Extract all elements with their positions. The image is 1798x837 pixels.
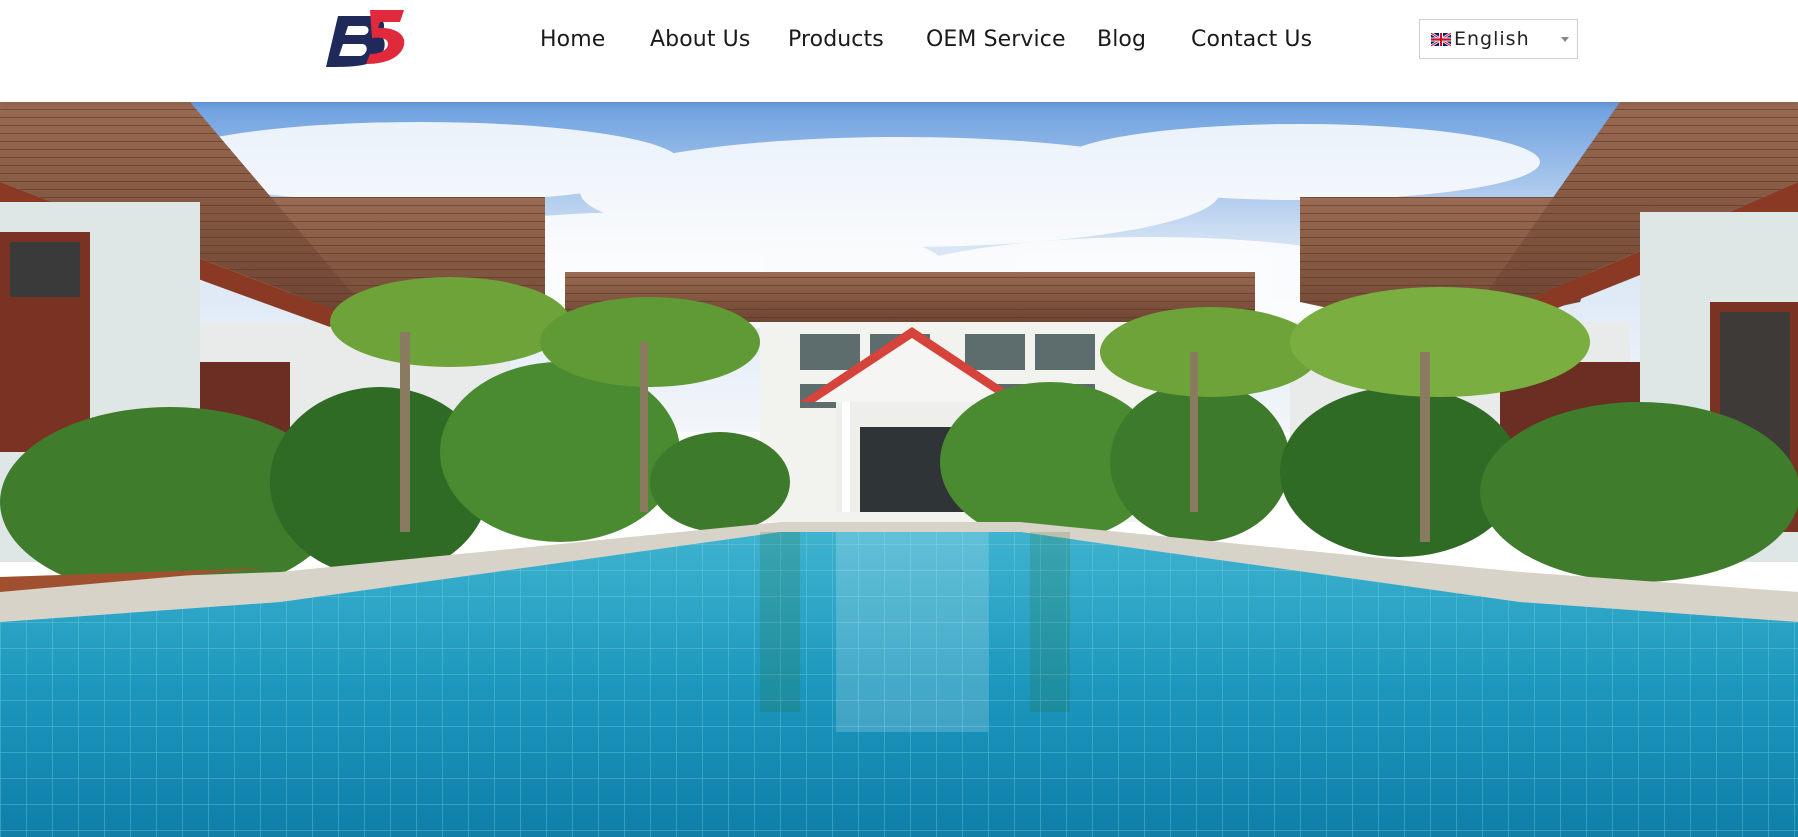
language-select[interactable]: English bbox=[1419, 19, 1578, 59]
uk-flag-icon bbox=[1431, 33, 1451, 46]
site-header: Home About Us Products OEM Service Blog … bbox=[0, 0, 1798, 102]
nav-products[interactable]: Products bbox=[788, 22, 884, 58]
chevron-down-icon bbox=[1561, 37, 1569, 42]
nav-oem-service[interactable]: OEM Service bbox=[926, 22, 1066, 58]
nav-about-us[interactable]: About Us bbox=[650, 22, 750, 58]
nav-blog[interactable]: Blog bbox=[1097, 22, 1146, 58]
hero-banner bbox=[0, 102, 1798, 837]
resort-pool-photo bbox=[0, 102, 1798, 837]
brand-logo[interactable] bbox=[322, 8, 414, 74]
nav-home[interactable]: Home bbox=[540, 22, 605, 58]
language-label: English bbox=[1454, 28, 1530, 50]
nav-contact-us[interactable]: Contact Us bbox=[1191, 22, 1312, 58]
